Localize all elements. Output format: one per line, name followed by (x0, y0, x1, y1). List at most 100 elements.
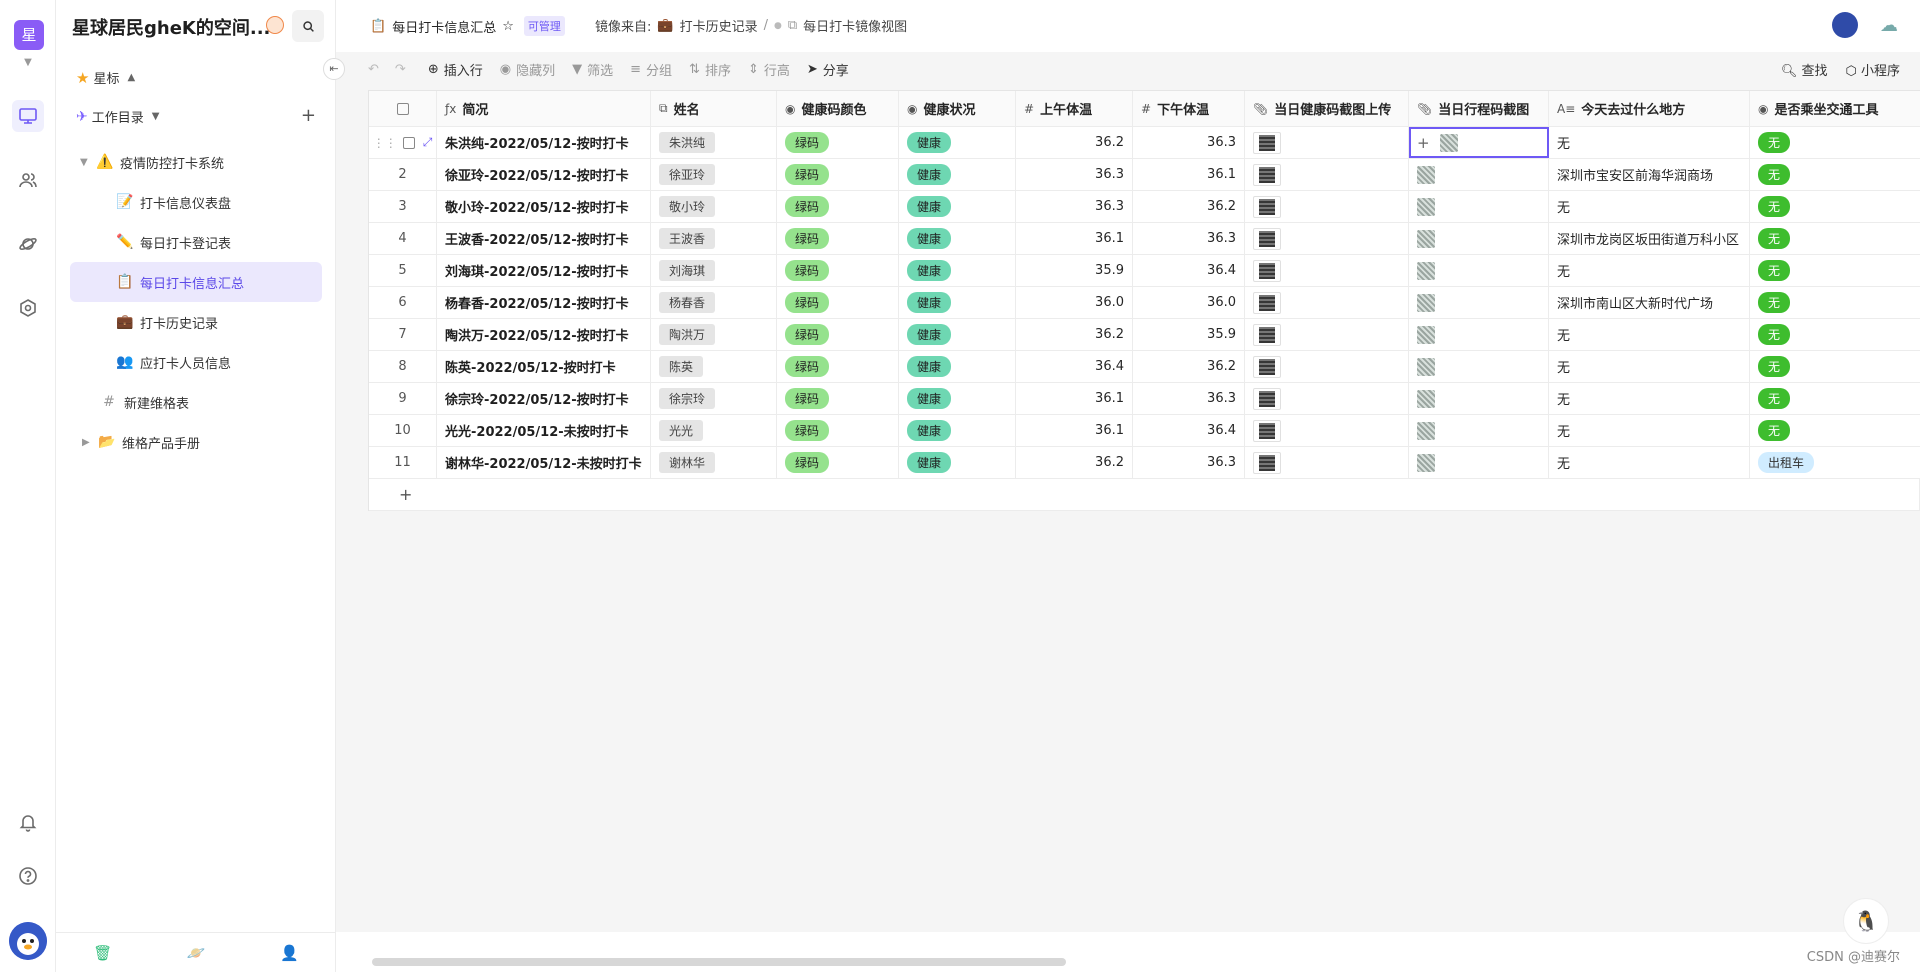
assistant-bot-icon[interactable]: 🐧 (1843, 898, 1889, 944)
cell-name[interactable]: 杨春香 (651, 287, 777, 318)
cell-transport[interactable]: 无 (1750, 127, 1901, 158)
trip-code-thumbnail[interactable] (1417, 229, 1435, 248)
tree-folder-manual[interactable]: ▶ 📂 维格产品手册 (70, 422, 322, 462)
cell-brief[interactable]: 陶洪万-2022/05/12-按时打卡 (437, 319, 651, 350)
undo-icon[interactable]: ↶ (368, 62, 379, 77)
space-title[interactable]: 星球居民gheK的空间... (72, 14, 272, 40)
cell-health-color[interactable]: 绿码 (777, 351, 899, 382)
cell-where[interactable]: 深圳市宝安区前海华润商场 (1549, 159, 1750, 190)
trip-code-thumbnail[interactable] (1417, 293, 1435, 312)
tree-item-new-sheet[interactable]: # 新建维格表 (70, 382, 322, 422)
cell-health-code[interactable] (1245, 447, 1409, 478)
cell-name[interactable]: 谢林华 (651, 447, 777, 478)
cell-trip-code[interactable] (1409, 255, 1549, 286)
cell-brief[interactable]: 敬小玲-2022/05/12-按时打卡 (437, 191, 651, 222)
cell-health-code[interactable] (1245, 319, 1409, 350)
cell-brief[interactable]: 光光-2022/05/12-未按时打卡 (437, 415, 651, 446)
cell-am-temp[interactable]: 36.0 (1016, 287, 1133, 318)
cell-pm-temp[interactable]: 36.0 (1133, 287, 1245, 318)
group-button[interactable]: ≡ 分组 (630, 60, 672, 79)
column-header-status[interactable]: ◉ 健康状况 (899, 91, 1016, 126)
qr-thumbnail[interactable] (1253, 163, 1281, 186)
hide-columns-button[interactable]: ◉ 隐藏列 (500, 60, 555, 79)
cloud-sync-icon[interactable]: ☁ (1880, 15, 1898, 36)
chevron-down-icon[interactable]: ▼ (21, 57, 35, 68)
table-row[interactable]: 9 徐宗玲-2022/05/12-按时打卡 徐宗玲 绿码 健康 36.1 36.3 无无 (369, 383, 1920, 415)
cell-health-code[interactable] (1245, 255, 1409, 286)
cell-am-temp[interactable]: 36.2 (1016, 127, 1133, 158)
collapse-sidebar-icon[interactable]: ⇤ (323, 58, 345, 80)
cell-am-temp[interactable]: 36.3 (1016, 159, 1133, 190)
members-icon[interactable] (12, 164, 44, 196)
cell-where[interactable]: 无 (1549, 383, 1750, 414)
star-section[interactable]: ★ 星标 ▲ (76, 68, 135, 88)
bell-icon[interactable] (12, 806, 44, 838)
column-header-pm-temp[interactable]: # 下午体温 (1133, 91, 1245, 126)
cell-transport[interactable]: 无 (1750, 319, 1901, 350)
cell-transport[interactable]: 无 (1750, 383, 1901, 414)
row-height-button[interactable]: ⇕ 行高 (748, 60, 790, 79)
cell-name[interactable]: 王波香 (651, 223, 777, 254)
cell-transport[interactable]: 无 (1750, 159, 1901, 190)
cell-pm-temp[interactable]: 36.3 (1133, 127, 1245, 158)
cell-transport[interactable]: 出租车 (1750, 447, 1901, 478)
column-header-color[interactable]: ◉ 健康码颜色 (777, 91, 899, 126)
cell-transport[interactable]: 无 (1750, 223, 1901, 254)
cell-health-color[interactable]: 绿码 (777, 415, 899, 446)
mini-program-button[interactable]: ⬡ 小程序 (1845, 60, 1900, 79)
table-row[interactable]: 10 光光-2022/05/12-未按时打卡 光光 绿码 健康 36.1 36.4 无无 (369, 415, 1920, 447)
cell-pm-temp[interactable]: 36.3 (1133, 447, 1245, 478)
table-row[interactable]: 8 陈英-2022/05/12-按时打卡 陈英 绿码 健康 36.4 36.2 无无 (369, 351, 1920, 383)
cell-health-code[interactable] (1245, 287, 1409, 318)
find-button[interactable]: 🔍︎ 查找 (1781, 60, 1828, 79)
row-checkbox[interactable] (402, 136, 415, 149)
cell-trip-code[interactable] (1409, 351, 1549, 382)
cell-health-color[interactable]: 绿码 (777, 127, 899, 158)
cell-pm-temp[interactable]: 36.4 (1133, 415, 1245, 446)
cell-transport[interactable]: 无 (1750, 351, 1901, 382)
cell-health-color[interactable]: 绿码 (777, 287, 899, 318)
cell-health-status[interactable]: 健康 (899, 127, 1016, 158)
add-attachment-icon[interactable]: + (1417, 134, 1430, 152)
cell-trip-code[interactable] (1409, 383, 1549, 414)
cell-pm-temp[interactable]: 36.2 (1133, 351, 1245, 382)
sort-button[interactable]: ⇅ 排序 (689, 60, 731, 79)
cell-trip-code[interactable] (1409, 191, 1549, 222)
datasheet-nav-icon[interactable] (12, 100, 44, 132)
qr-thumbnail[interactable] (1253, 323, 1281, 346)
cell-health-status[interactable]: 健康 (899, 191, 1016, 222)
cell-health-code[interactable] (1245, 415, 1409, 446)
redo-icon[interactable]: ↷ (395, 62, 406, 77)
tree-folder-epidemic[interactable]: ▼ ⚠️ 疫情防控打卡系统 (70, 142, 322, 182)
cell-trip-code[interactable] (1409, 319, 1549, 350)
qr-thumbnail[interactable] (1253, 227, 1281, 250)
table-row[interactable]: ⋮⋮ ⤢ 朱洪纯-2022/05/12-按时打卡 朱洪纯 绿码 健康 36.2 36.3 + 无无 (369, 127, 1920, 159)
cell-transport[interactable]: 无 (1750, 191, 1901, 222)
cell-transport[interactable]: 无 (1750, 255, 1901, 286)
cell-brief[interactable]: 谢林华-2022/05/12-未按时打卡 (437, 447, 651, 478)
qr-thumbnail[interactable] (1253, 259, 1281, 282)
expand-record-icon[interactable]: ⤢ (423, 135, 433, 150)
cell-am-temp[interactable]: 36.1 (1016, 223, 1133, 254)
column-header-where[interactable]: A≡ 今天去过什么地方 (1549, 91, 1750, 126)
cell-health-color[interactable]: 绿码 (777, 255, 899, 286)
cell-trip-code[interactable]: + (1409, 127, 1549, 158)
star-outline-icon[interactable]: ☆ (502, 19, 514, 34)
invite-member-icon[interactable]: 👤 (280, 944, 299, 962)
mirror-source-link[interactable]: 打卡历史记录 (680, 16, 758, 35)
cell-health-status[interactable]: 健康 (899, 447, 1016, 478)
select-all-checkbox[interactable] (369, 91, 437, 126)
qr-thumbnail[interactable] (1253, 195, 1281, 218)
cell-health-status[interactable]: 健康 (899, 383, 1016, 414)
table-row[interactable]: 2 徐亚玲-2022/05/12-按时打卡 徐亚玲 绿码 健康 36.3 36.1 深圳市宝安… (369, 159, 1920, 191)
trip-code-thumbnail[interactable] (1417, 389, 1435, 408)
row-select[interactable]: ⋮⋮ ⤢ (369, 127, 437, 158)
trip-code-thumbnail[interactable] (1417, 325, 1435, 344)
cell-am-temp[interactable]: 36.2 (1016, 319, 1133, 350)
cell-pm-temp[interactable]: 35.9 (1133, 319, 1245, 350)
column-header-name[interactable]: ⧉ 姓名 (651, 91, 777, 126)
cell-trip-code[interactable] (1409, 415, 1549, 446)
help-icon[interactable] (12, 860, 44, 892)
collaborator-avatar[interactable] (1832, 12, 1858, 38)
trip-code-thumbnail[interactable] (1417, 165, 1435, 184)
